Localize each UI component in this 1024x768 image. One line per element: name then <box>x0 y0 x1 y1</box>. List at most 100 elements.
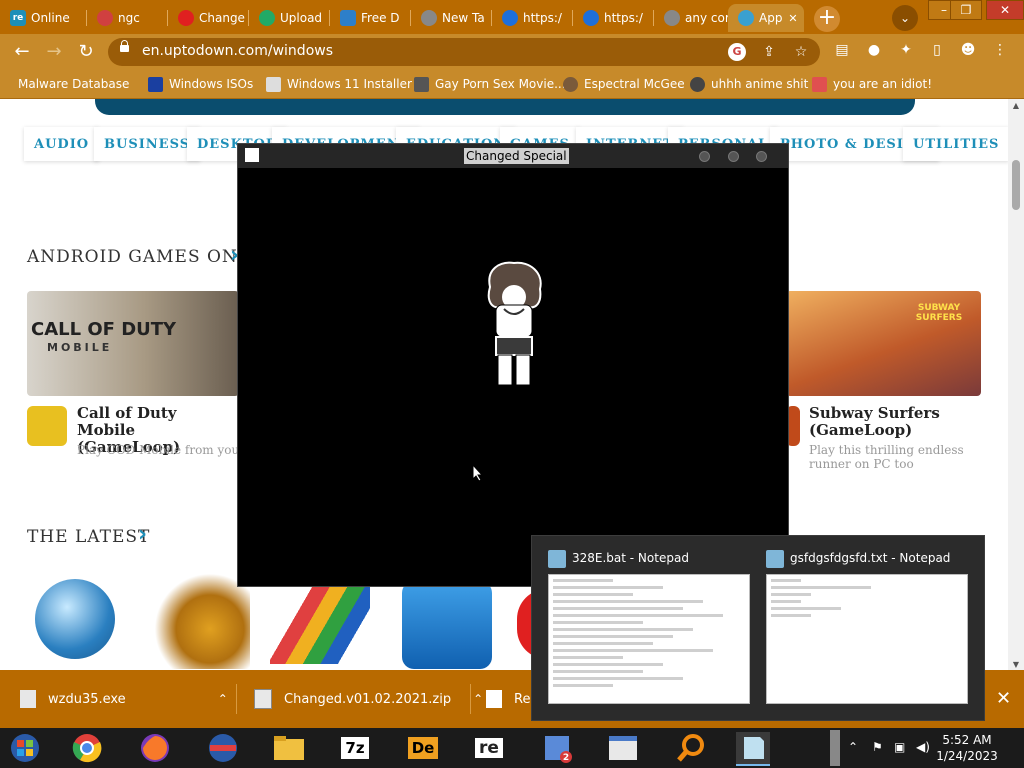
app-icon-teamviewer[interactable] <box>402 581 492 669</box>
cloud-icon <box>259 10 275 26</box>
forward-button[interactable]: → <box>42 40 66 64</box>
bookmark-label: Windows ISOs <box>169 77 254 91</box>
start-button[interactable] <box>8 732 42 764</box>
close-tab-icon[interactable]: ✕ <box>786 12 800 25</box>
bookmark-you-are-an-idiot[interactable]: you are an idiot! <box>812 76 932 92</box>
restore-button[interactable]: ❐ <box>950 0 982 20</box>
tab-label: ngc <box>118 11 140 25</box>
puzzle-extensions-icon[interactable]: ✦ <box>896 40 916 60</box>
site-icon <box>583 10 599 26</box>
back-button[interactable]: ← <box>10 40 34 64</box>
de-icon-label: De <box>407 737 439 759</box>
clock-time: 5:52 AM <box>942 733 992 747</box>
menu-kebab-icon[interactable]: ⋮ <box>990 40 1010 60</box>
close-window-button[interactable]: ✕ <box>986 0 1024 20</box>
close-download-shelf-icon[interactable]: ✕ <box>996 688 1011 709</box>
browser-globe-taskbar-icon[interactable] <box>206 732 240 764</box>
chevron-right-icon[interactable]: › <box>138 522 147 547</box>
profile-icon[interactable]: ☻ <box>958 40 978 60</box>
uptodown-taskbar-icon[interactable]: re <box>472 732 506 764</box>
bookmark-anime[interactable]: uhhh anime shit <box>690 76 808 92</box>
cod-logo-text: CALL OF DUTY <box>31 319 177 340</box>
7zip-taskbar-icon[interactable]: 7z <box>338 732 372 764</box>
subway-surfers-image[interactable]: SUBWAY SURFERS <box>786 291 981 396</box>
bookmark-malware-database[interactable]: Malware Database <box>18 76 129 92</box>
scroll-up-icon[interactable]: ▲ <box>1010 101 1022 110</box>
tab-ngc[interactable]: ngc <box>87 4 167 32</box>
reload-button[interactable]: ↻ <box>74 40 98 64</box>
category-utilities[interactable]: UTILITIES <box>903 127 1008 161</box>
side-panel-icon[interactable]: ▯ <box>927 40 947 60</box>
bookmark-windows-isos[interactable]: Windows ISOs <box>148 76 253 92</box>
window-app-taskbar-icon[interactable] <box>606 732 640 764</box>
tab-https-1[interactable]: https:/ <box>492 4 572 32</box>
tray-overflow-icon[interactable]: ⌃ <box>848 740 858 754</box>
tab-search-button[interactable]: ⌄ <box>892 5 918 31</box>
app-de-taskbar-icon[interactable]: De <box>406 732 440 764</box>
google-icon[interactable]: G <box>728 43 746 61</box>
thumbnail-notepad-bat[interactable]: 328E.bat - Notepad <box>536 544 750 714</box>
scroll-down-icon[interactable]: ▼ <box>1010 660 1022 669</box>
volume-icon[interactable]: ◀) <box>916 740 930 754</box>
tab-change[interactable]: Change <box>168 4 248 32</box>
thumbnail-notepad-txt[interactable]: gsfdgsfdgsfd.txt - Notepad <box>754 544 968 714</box>
category-business[interactable]: BUSINESS <box>94 127 201 161</box>
game-close-button[interactable] <box>756 151 767 162</box>
subway-app-name[interactable]: Subway Surfers (GameLoop) <box>809 405 989 439</box>
app-icon-pineapple[interactable] <box>150 569 250 669</box>
tab-https-2[interactable]: https:/ <box>573 4 653 32</box>
chevron-up-icon[interactable]: ⌃ <box>473 692 483 706</box>
tab-free-download[interactable]: Free D <box>330 4 410 32</box>
game-maximize-button[interactable] <box>728 151 739 162</box>
avatar-icon <box>563 76 578 92</box>
firefox-taskbar-icon[interactable] <box>138 732 172 764</box>
app-badge-taskbar-icon[interactable]: 2 <box>540 732 574 764</box>
flag-extension-icon[interactable]: ▤ <box>832 40 852 60</box>
the-latest-heading[interactable]: THE LATEST <box>27 527 150 547</box>
tab-upload[interactable]: Upload <box>249 4 329 32</box>
search-magnifier-taskbar-icon[interactable] <box>674 732 708 764</box>
bookmark-espectral-mcgee[interactable]: Espectral McGee <box>563 76 685 92</box>
tab-new-tab[interactable]: New Ta <box>411 4 491 32</box>
category-audio[interactable]: AUDIO <box>24 127 100 161</box>
re-icon-label: re <box>475 738 503 758</box>
chrome-taskbar-icon[interactable] <box>70 732 104 764</box>
windows-taskbar: 7z De re 2 ⌃ ⚑ ▣ ◀) 5:52 AM 1/24/2023 <box>0 728 1024 768</box>
file-explorer-icon[interactable] <box>272 732 306 764</box>
tab-app-active[interactable]: App ✕ <box>728 4 804 32</box>
app-icon-v[interactable] <box>270 584 370 664</box>
game-window[interactable]: Changed Special <box>237 143 789 587</box>
bookmark-label: uhhh anime shit <box>711 77 809 91</box>
tab-online[interactable]: re Online <box>0 4 86 32</box>
download-item-3[interactable]: Re <box>486 686 530 712</box>
taskbar-clock[interactable]: 5:52 AM 1/24/2023 <box>930 732 1004 764</box>
bookmark-windows-11-installer[interactable]: Windows 11 Installer <box>266 76 412 92</box>
game-character-sprite <box>487 261 542 386</box>
game-minimize-button[interactable] <box>699 151 710 162</box>
game-titlebar[interactable]: Changed Special <box>238 144 788 168</box>
uptodown-icon: re <box>10 10 26 26</box>
cod-app-icon[interactable] <box>27 406 67 446</box>
download-item-1[interactable]: wzdu35.exe ⌃ <box>20 686 228 712</box>
new-tab-button[interactable]: + <box>814 6 840 32</box>
download-item-2[interactable]: Changed.v01.02.2021.zip ⌃ <box>254 686 483 712</box>
x-logo-icon <box>148 76 163 92</box>
show-desktop-handle[interactable] <box>830 730 840 766</box>
cod-mobile-image[interactable]: CALL OF DUTY MOBILE <box>27 291 239 396</box>
address-bar[interactable]: en.uptodown.com/windows G ⇪ ☆ <box>108 38 820 66</box>
flag-icon <box>812 76 827 92</box>
avatar-extension-icon[interactable]: ● <box>864 40 884 60</box>
scrollbar-thumb[interactable] <box>1012 160 1020 210</box>
network-icon[interactable]: ▣ <box>894 740 905 754</box>
bookmark-star-icon[interactable]: ☆ <box>792 43 810 61</box>
zip-file-icon <box>254 689 272 709</box>
url-text: en.uptodown.com/windows <box>142 43 334 59</box>
app-icon-globe[interactable] <box>35 579 115 659</box>
bookmark-4[interactable]: Gay Porn Sex Movie... <box>414 76 566 92</box>
chevron-up-icon[interactable]: ⌃ <box>218 692 228 706</box>
tab-any-converter[interactable]: any cor <box>654 4 728 32</box>
share-icon[interactable]: ⇪ <box>760 43 778 61</box>
action-center-flag-icon[interactable]: ⚑ <box>872 740 883 754</box>
start-orb-icon <box>11 734 39 762</box>
notepad-taskbar-icon[interactable] <box>736 732 770 766</box>
